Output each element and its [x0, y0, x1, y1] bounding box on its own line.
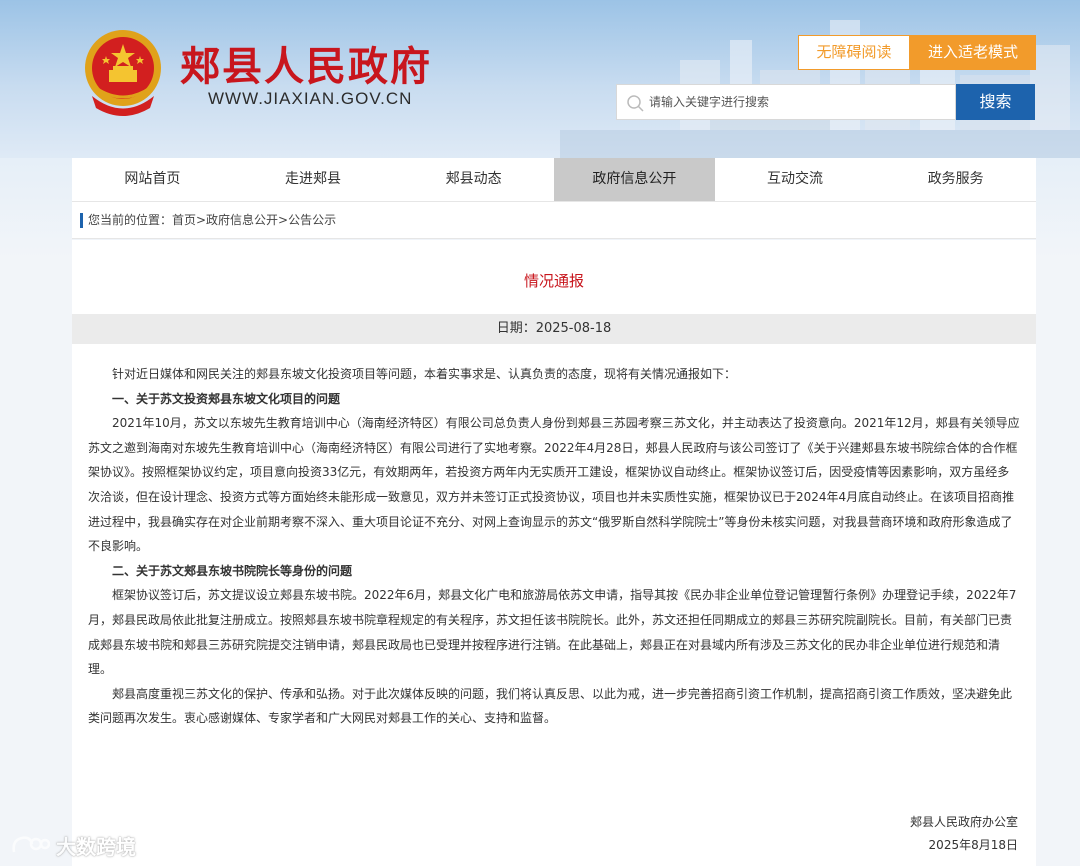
nav-item-about[interactable]: 走进郏县	[233, 158, 394, 201]
article: 情况通报 日期：2025-08-18 针对近日媒体和网民关注的郏县东坡文化投资项…	[72, 240, 1036, 866]
breadcrumb-text[interactable]: 您当前的位置：首页>政府信息公开>公告公示	[88, 213, 336, 227]
breadcrumb-marker	[80, 213, 83, 228]
nav-item-services[interactable]: 政务服务	[875, 158, 1036, 201]
signature-date: 2025年8月18日	[928, 838, 1018, 852]
article-title: 情况通报	[523, 272, 584, 290]
article-paragraph: 框架协议签订后，苏文提议设立郏县东坡书院。2022年6月，郏县文化广电和旅游局依…	[88, 588, 1017, 677]
search-icon	[627, 95, 644, 112]
section-heading: 二、关于苏文郏县东坡书院院长等身份的问题	[112, 563, 353, 578]
city-skyline-background	[560, 20, 1080, 158]
site-title: 郏县人民政府	[180, 43, 432, 90]
search-button[interactable]: 搜索	[956, 84, 1035, 120]
accessible-reading-button[interactable]: 无障碍阅读	[798, 35, 910, 70]
article-signature: 郏县人民政府办公室 2025年8月18日	[910, 811, 1018, 857]
article-paragraph: 郏县高度重视三苏文化的保护、传承和弘扬。对于此次媒体反映的问题，我们将认真反思、…	[88, 686, 1013, 726]
article-date: 日期：2025-08-18	[72, 314, 1036, 344]
section-heading: 一、关于苏文投资郏县东坡文化项目的问题	[112, 391, 341, 406]
article-paragraph: 针对近日媒体和网民关注的郏县东坡文化投资项目等问题，本着实事求是、认真负责的态度…	[112, 367, 737, 381]
main-nav: 网站首页 走进郏县 郏县动态 政府信息公开 互动交流 政务服务	[72, 158, 1036, 201]
elderly-mode-button[interactable]: 进入适老模式	[910, 35, 1036, 70]
watermark-logo-icon	[12, 836, 50, 853]
nav-item-home[interactable]: 网站首页	[72, 158, 233, 201]
article-body: 针对近日媒体和网民关注的郏县东坡文化投资项目等问题，本着实事求是、认真负责的态度…	[88, 362, 1020, 731]
nav-item-interaction[interactable]: 互动交流	[715, 158, 876, 201]
nav-item-news[interactable]: 郏县动态	[393, 158, 554, 201]
breadcrumb: 您当前的位置：首页>政府信息公开>公告公示	[72, 201, 1036, 239]
site-url: WWW.JIAXIAN.GOV.CN	[208, 89, 413, 108]
search-input[interactable]	[649, 85, 949, 119]
article-paragraph: 2021年10月，苏文以东坡先生教育培训中心（海南经济特区）有限公司总负责人身份…	[88, 416, 1020, 554]
search-box	[616, 84, 956, 120]
nav-item-info-disclosure[interactable]: 政府信息公开	[554, 158, 715, 201]
signature-org: 郏县人民政府办公室	[909, 815, 1018, 829]
site-header: 郏县人民政府 WWW.JIAXIAN.GOV.CN 无障碍阅读 进入适老模式 搜…	[0, 0, 1080, 158]
national-emblem-icon	[85, 30, 161, 116]
watermark: 大数跨境	[10, 830, 136, 860]
watermark-text: 大数跨境	[56, 834, 136, 859]
